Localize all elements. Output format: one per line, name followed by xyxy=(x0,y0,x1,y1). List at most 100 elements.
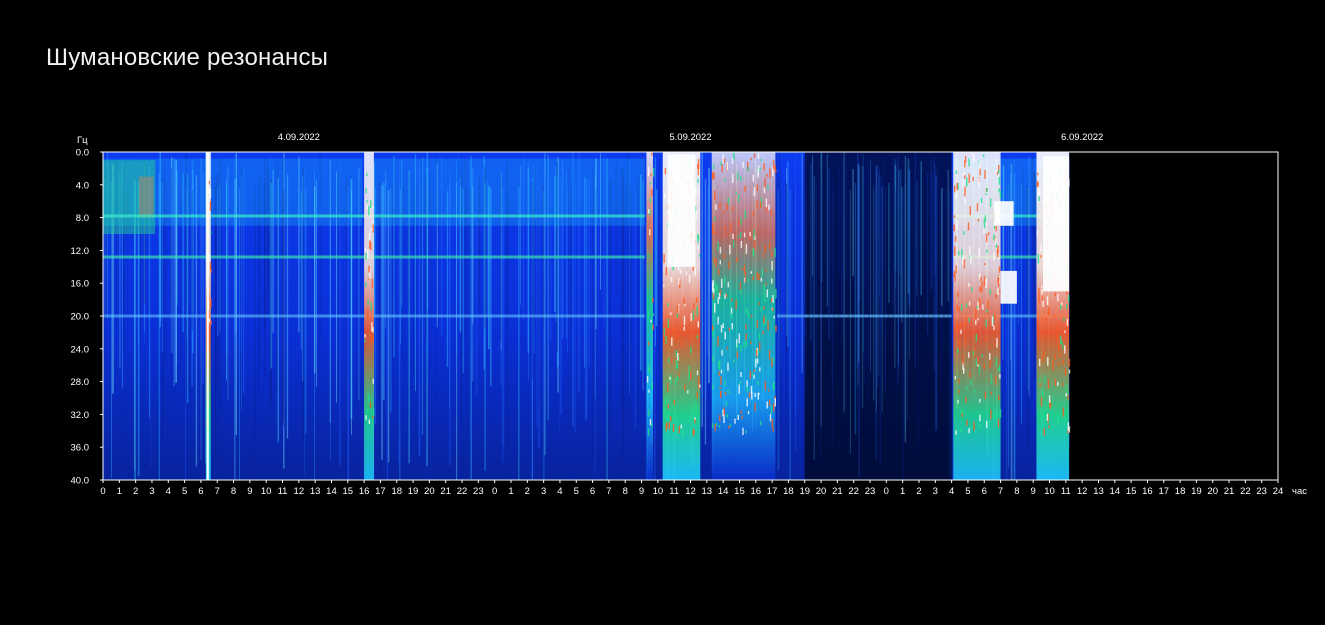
burst-speckle xyxy=(672,266,674,271)
burst-speckle xyxy=(669,376,671,380)
noise-streak xyxy=(841,157,844,339)
noise-streak xyxy=(658,159,660,366)
burst-speckle xyxy=(667,303,669,307)
burst-speckle xyxy=(744,210,746,219)
noise-streak xyxy=(895,189,897,324)
burst-speckle xyxy=(1062,382,1064,387)
x-tick-label: 17 xyxy=(1158,486,1169,497)
burst-speckle xyxy=(1068,295,1070,303)
burst-speckle xyxy=(753,187,756,197)
spectrogram-plot xyxy=(103,152,1071,481)
burst-speckle xyxy=(998,395,1000,401)
burst-speckle xyxy=(718,424,721,428)
burst-speckle xyxy=(649,209,651,216)
burst-speckle xyxy=(1047,357,1049,366)
noise-streak xyxy=(854,182,857,435)
burst-speckle xyxy=(210,231,212,234)
burst-speckle xyxy=(725,401,728,407)
x-tick-label: 14 xyxy=(718,486,729,497)
burst-speckle xyxy=(980,276,982,282)
burst-speckle xyxy=(768,350,771,360)
x-tick-label: 10 xyxy=(261,486,272,497)
x-tick-label: 0 xyxy=(884,486,889,497)
burst-speckle xyxy=(712,223,714,234)
burst-speckle xyxy=(723,407,725,416)
burst-speckle xyxy=(732,173,734,184)
burst-speckle xyxy=(683,297,685,304)
burst-speckle xyxy=(712,293,715,300)
burst-speckle xyxy=(372,335,374,341)
burst-speckle xyxy=(1039,376,1041,384)
burst-speckle xyxy=(1057,324,1059,330)
noise-streak xyxy=(864,172,865,289)
burst-speckle xyxy=(995,170,997,174)
burst-speckle xyxy=(958,339,961,349)
noise-streak xyxy=(865,157,868,368)
burst-speckle xyxy=(753,369,755,373)
burst-speckle xyxy=(690,346,692,354)
noise-streak xyxy=(704,178,707,445)
burst-speckle xyxy=(769,414,772,422)
burst-speckle xyxy=(370,200,372,208)
burst-speckle xyxy=(745,340,748,348)
x-tick-label: 15 xyxy=(734,486,745,497)
burst-speckle xyxy=(763,323,765,327)
noise-streak xyxy=(875,165,877,412)
burst-speckle xyxy=(760,158,763,161)
burst-speckle xyxy=(956,304,958,311)
burst-speckle xyxy=(765,283,767,286)
burst-speckle xyxy=(772,308,774,312)
burst-speckle xyxy=(676,333,678,342)
noise-streak xyxy=(878,166,880,298)
burst-speckle xyxy=(1044,375,1046,384)
burst-speckle xyxy=(985,233,988,243)
burst-speckle xyxy=(372,327,374,333)
burst-speckle xyxy=(735,299,737,310)
noise-streak xyxy=(908,170,910,359)
burst-speckle xyxy=(680,424,682,429)
burst-speckle xyxy=(372,224,374,233)
burst-speckle xyxy=(717,297,719,304)
burst-speckle xyxy=(367,309,369,319)
noise-streak xyxy=(882,157,885,274)
burst-speckle xyxy=(773,315,775,319)
burst-speckle xyxy=(1064,345,1066,354)
x-tick-label: 9 xyxy=(1031,486,1036,497)
burst-speckle xyxy=(980,198,983,204)
burst-speckle xyxy=(984,170,986,179)
x-tick-label: 0 xyxy=(100,486,105,497)
burst-speckle xyxy=(738,219,741,226)
burst-speckle xyxy=(986,420,988,429)
burst-speckle xyxy=(1036,319,1038,325)
burst-speckle xyxy=(714,303,716,313)
burst-speckle xyxy=(692,428,695,437)
burst-speckle xyxy=(728,391,731,394)
noise-streak xyxy=(654,157,656,347)
burst-speckle xyxy=(764,178,766,188)
saturated-block xyxy=(994,201,1014,226)
noise-streak xyxy=(845,168,847,416)
burst-speckle xyxy=(982,304,984,310)
burst-speckle xyxy=(697,233,699,244)
burst-speckle xyxy=(971,153,974,156)
burst-speckle xyxy=(1066,318,1069,326)
burst-speckle xyxy=(722,409,724,417)
burst-speckle xyxy=(675,419,678,422)
x-tick-label: 21 xyxy=(1224,486,1235,497)
burst-speckle xyxy=(721,278,723,288)
burst-speckle xyxy=(772,294,774,304)
y-tick-label: 8.0 xyxy=(76,213,89,224)
burst-speckle xyxy=(965,303,968,308)
burst-speckle xyxy=(664,395,667,403)
burst-speckle xyxy=(684,384,686,391)
burst-speckle xyxy=(963,259,966,269)
burst-speckle xyxy=(694,402,697,411)
burst-speckle xyxy=(986,188,988,192)
burst-speckle xyxy=(1036,180,1039,188)
burst-speckle xyxy=(985,278,987,288)
burst-speckle xyxy=(983,218,986,229)
noise-streak xyxy=(820,168,822,460)
noise-streak xyxy=(785,183,788,463)
burst-speckle xyxy=(693,303,695,309)
burst-speckle xyxy=(726,202,728,210)
